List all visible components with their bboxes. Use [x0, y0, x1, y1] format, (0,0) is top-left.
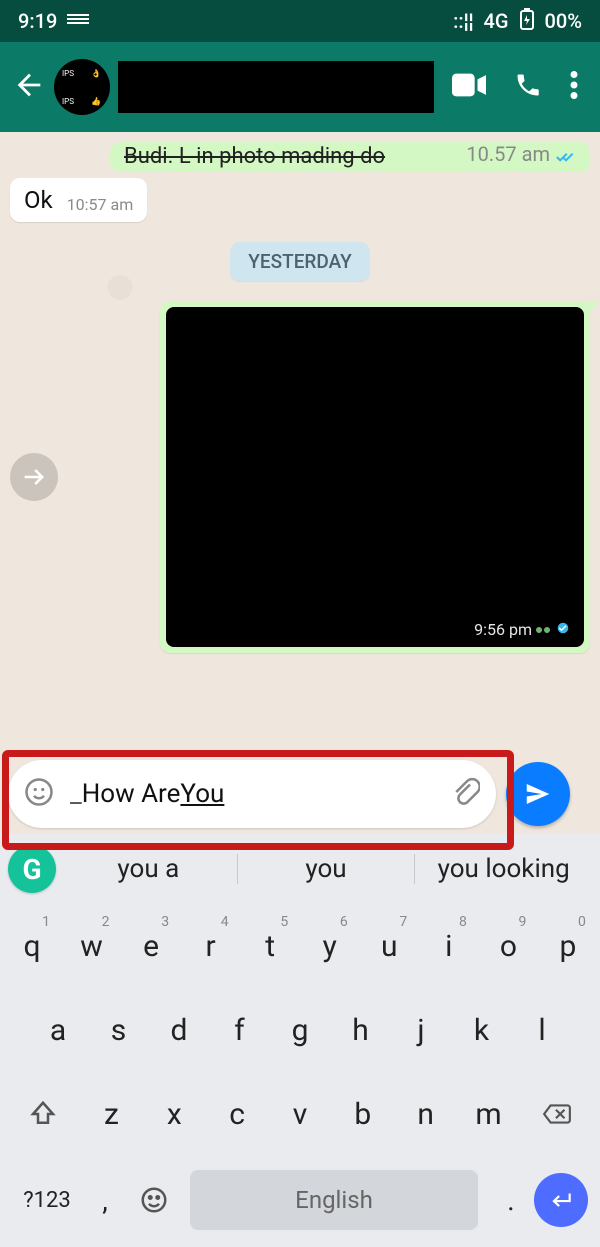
key-w[interactable]: w2 — [66, 910, 118, 982]
shift-key[interactable] — [6, 1078, 80, 1150]
message-strikethrough-text: Budi. L in photo mading do — [124, 146, 385, 168]
space-key[interactable]: English — [190, 1170, 478, 1230]
key-h[interactable]: h — [335, 994, 387, 1066]
key-e[interactable]: e3 — [125, 910, 177, 982]
grammarly-icon[interactable]: G — [8, 845, 56, 893]
media-thumbnail-redacted[interactable]: 9:56 pm — [166, 307, 584, 647]
soft-keyboard: G you a you you looking q1w2e3r4t5y6u7i8… — [0, 834, 600, 1247]
key-z[interactable]: z — [85, 1078, 137, 1150]
key-r[interactable]: r4 — [185, 910, 237, 982]
suggestion[interactable]: you — [237, 854, 415, 884]
key-d[interactable]: d — [153, 994, 205, 1066]
key-s[interactable]: s — [93, 994, 145, 1066]
contact-name-redacted[interactable] — [118, 61, 434, 113]
message-input-zone: _How Are You — [0, 754, 600, 834]
message-outgoing-clipped[interactable]: Budi. L in photo mading do 10.57 am — [10, 142, 590, 172]
forward-message-button[interactable] — [10, 453, 58, 501]
android-status-bar: 9:19 ::¦¦ 4G 00% — [0, 0, 600, 42]
suggestion-strip: you a you you looking — [60, 854, 592, 884]
overflow-menu-icon[interactable] — [570, 71, 578, 103]
symbols-key[interactable]: ?123 — [12, 1164, 82, 1236]
message-input[interactable]: _How Are You — [8, 760, 496, 828]
signal-icon: ::¦¦ — [453, 9, 473, 33]
back-arrow-icon[interactable] — [12, 68, 46, 106]
key-i[interactable]: i8 — [423, 910, 475, 982]
keyboard-indicator-icon — [67, 14, 89, 28]
key-t[interactable]: t5 — [244, 910, 296, 982]
backspace-key[interactable] — [520, 1078, 594, 1150]
video-call-icon[interactable] — [452, 73, 486, 101]
key-m[interactable]: m — [462, 1078, 514, 1150]
read-ticks-icon — [554, 620, 572, 639]
period-key[interactable]: . — [488, 1164, 534, 1236]
chat-scroll-area[interactable]: Budi. L in photo mading do 10.57 am Ok 1… — [0, 132, 600, 754]
whatsapp-app-bar: IPS👌IPS👍 — [0, 42, 600, 132]
key-v[interactable]: v — [274, 1078, 326, 1150]
key-a[interactable]: a — [32, 994, 84, 1066]
battery-percent: 00% — [545, 9, 582, 33]
comma-key[interactable]: , — [82, 1164, 128, 1236]
key-p[interactable]: p0 — [542, 910, 594, 982]
message-time: 9:56 pm — [474, 620, 532, 639]
attachment-icon[interactable] — [450, 777, 480, 811]
read-ticks-icon — [556, 150, 576, 164]
contact-avatar[interactable]: IPS👌IPS👍 — [54, 59, 110, 115]
battery-icon — [519, 8, 535, 35]
message-text: Ok — [24, 186, 53, 214]
network-label: 4G — [484, 9, 509, 33]
key-g[interactable]: g — [274, 994, 326, 1066]
enter-key[interactable] — [534, 1173, 588, 1227]
key-q[interactable]: q1 — [6, 910, 58, 982]
key-k[interactable]: k — [456, 994, 508, 1066]
clock: 9:19 — [18, 9, 57, 33]
emoji-picker-icon[interactable] — [24, 777, 54, 811]
key-u[interactable]: u7 — [363, 910, 415, 982]
key-x[interactable]: x — [148, 1078, 200, 1150]
message-incoming[interactable]: Ok 10:57 am — [10, 178, 590, 222]
message-outgoing-media[interactable]: 9:56 pm — [160, 301, 590, 653]
message-input-text[interactable]: _How Are You — [70, 779, 434, 809]
broadcast-dots-icon — [536, 627, 550, 633]
voice-call-icon[interactable] — [514, 71, 542, 103]
key-o[interactable]: o9 — [482, 910, 534, 982]
key-c[interactable]: c — [211, 1078, 263, 1150]
suggestion[interactable]: you looking — [414, 854, 592, 884]
key-f[interactable]: f — [214, 994, 266, 1066]
send-button[interactable] — [506, 762, 570, 826]
date-separator: YESTERDAY — [230, 242, 369, 281]
key-b[interactable]: b — [337, 1078, 389, 1150]
key-n[interactable]: n — [400, 1078, 452, 1150]
key-y[interactable]: y6 — [304, 910, 356, 982]
emoji-key[interactable] — [128, 1164, 180, 1236]
key-l[interactable]: l — [516, 994, 568, 1066]
suggestion[interactable]: you a — [60, 854, 237, 884]
key-j[interactable]: j — [395, 994, 447, 1066]
message-time: 10:57 am — [67, 195, 134, 214]
message-time: 10.57 am — [466, 144, 550, 164]
